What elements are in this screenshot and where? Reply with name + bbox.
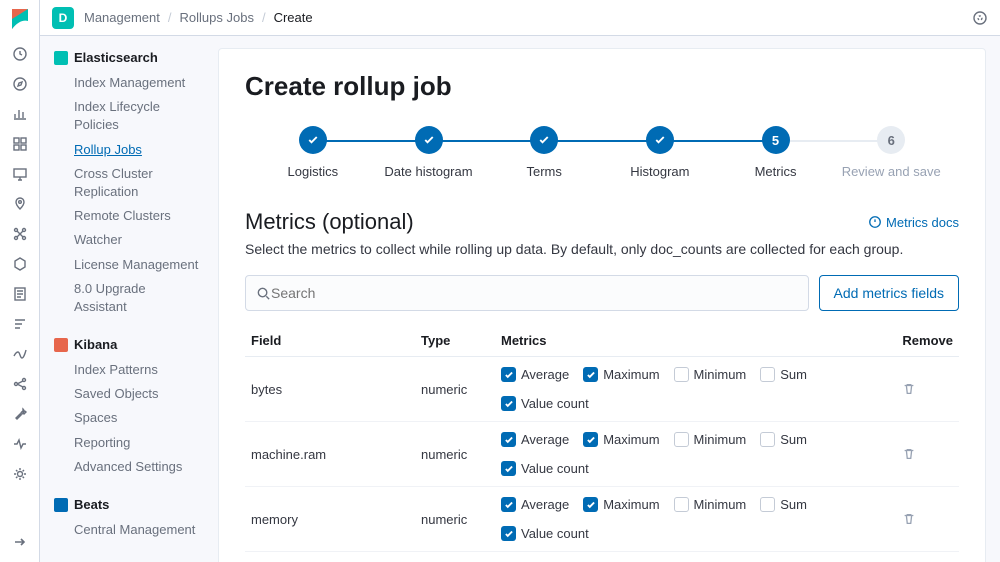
sidebar-item[interactable]: Saved Objects bbox=[54, 382, 200, 406]
table-row: bytesnumeric Average Maximum Minimum Sum Valu… bbox=[245, 357, 959, 422]
nav-heading: Beats bbox=[54, 497, 200, 512]
uptime-icon[interactable] bbox=[12, 346, 28, 362]
nav-heading: Kibana bbox=[54, 337, 200, 352]
breadcrumb: Management / Rollups Jobs / Create bbox=[84, 10, 313, 25]
search-icon bbox=[256, 286, 271, 301]
metric-checkbox-min[interactable]: Minimum bbox=[674, 497, 747, 512]
field-cell: memory bbox=[245, 487, 415, 552]
maps-icon[interactable] bbox=[12, 196, 28, 212]
management-icon[interactable] bbox=[12, 466, 28, 482]
remove-row-button[interactable] bbox=[902, 447, 953, 461]
sidebar-item[interactable]: Index Patterns bbox=[54, 358, 200, 382]
ml-icon[interactable] bbox=[12, 226, 28, 242]
col-field[interactable]: Field bbox=[245, 325, 415, 357]
sidebar-item[interactable]: License Management bbox=[54, 253, 200, 277]
metric-checkbox-vc[interactable]: Value count bbox=[501, 461, 589, 476]
step[interactable]: Date histogram bbox=[371, 126, 487, 179]
col-metrics: Metrics bbox=[495, 325, 896, 357]
metric-checkbox-avg[interactable]: Average bbox=[501, 432, 569, 447]
section-icon bbox=[54, 498, 68, 512]
metrics-docs-link[interactable]: Metrics docs bbox=[868, 215, 959, 230]
remove-row-button[interactable] bbox=[902, 382, 953, 396]
remove-row-button[interactable] bbox=[902, 512, 953, 526]
add-metrics-fields-button[interactable]: Add metrics fields bbox=[819, 275, 959, 311]
nav-rail bbox=[0, 0, 40, 562]
metric-checkbox-min[interactable]: Minimum bbox=[674, 432, 747, 447]
topbar: D Management / Rollups Jobs / Create bbox=[40, 0, 1000, 36]
breadcrumb-item[interactable]: Rollups Jobs bbox=[180, 10, 254, 25]
nav-heading: Elasticsearch bbox=[54, 50, 200, 65]
sidebar-item[interactable]: Index Management bbox=[54, 71, 200, 95]
sidebar-item[interactable]: Remote Clusters bbox=[54, 204, 200, 228]
metric-checkbox-vc[interactable]: Value count bbox=[501, 526, 589, 541]
infra-icon[interactable] bbox=[12, 256, 28, 272]
compass-icon[interactable] bbox=[12, 76, 28, 92]
step[interactable]: 6Review and save bbox=[833, 126, 949, 179]
sidebar-item[interactable]: Index Lifecycle Policies bbox=[54, 95, 200, 137]
main-panel: Create rollup job LogisticsDate histogra… bbox=[218, 48, 986, 562]
step[interactable]: 5Metrics bbox=[718, 126, 834, 179]
apm-icon[interactable] bbox=[12, 316, 28, 332]
field-cell: machine.ram bbox=[245, 422, 415, 487]
metric-checkbox-sum[interactable]: Sum bbox=[760, 497, 807, 512]
breadcrumb-current: Create bbox=[274, 10, 313, 25]
stepper: LogisticsDate histogramTermsHistogram5Me… bbox=[255, 126, 949, 179]
metric-checkbox-max[interactable]: Maximum bbox=[583, 497, 659, 512]
canvas-icon[interactable] bbox=[12, 166, 28, 182]
type-cell: numeric bbox=[415, 422, 495, 487]
visualize-icon[interactable] bbox=[12, 106, 28, 122]
recent-icon[interactable] bbox=[12, 46, 28, 62]
help-icon[interactable] bbox=[972, 10, 988, 26]
sidebar-item[interactable]: Cross Cluster Replication bbox=[54, 162, 200, 204]
section-desc: Select the metrics to collect while roll… bbox=[245, 241, 959, 257]
sidebar-item[interactable]: Reporting bbox=[54, 431, 200, 455]
section-title: Metrics (optional) bbox=[245, 209, 414, 235]
devtools-icon[interactable] bbox=[12, 406, 28, 422]
metric-checkbox-max[interactable]: Maximum bbox=[583, 367, 659, 382]
sidebar-item[interactable]: Advanced Settings bbox=[54, 455, 200, 479]
metric-checkbox-sum[interactable]: Sum bbox=[760, 367, 807, 382]
metric-checkbox-avg[interactable]: Average bbox=[501, 497, 569, 512]
sidebar-item[interactable]: Rollup Jobs bbox=[54, 138, 200, 162]
sidebar-item[interactable]: Watcher bbox=[54, 228, 200, 252]
metric-checkbox-min[interactable]: Minimum bbox=[674, 367, 747, 382]
logs-icon[interactable] bbox=[12, 286, 28, 302]
kibana-logo[interactable] bbox=[8, 8, 32, 32]
monitoring-icon[interactable] bbox=[12, 436, 28, 452]
metric-checkbox-vc[interactable]: Value count bbox=[501, 396, 589, 411]
field-cell: bytes bbox=[245, 357, 415, 422]
step[interactable]: Logistics bbox=[255, 126, 371, 179]
space-badge[interactable]: D bbox=[52, 7, 74, 29]
section-icon bbox=[54, 51, 68, 65]
metric-checkbox-avg[interactable]: Average bbox=[501, 367, 569, 382]
metric-checkbox-max[interactable]: Maximum bbox=[583, 432, 659, 447]
page-title: Create rollup job bbox=[245, 71, 959, 102]
section-icon bbox=[54, 338, 68, 352]
metric-checkbox-sum[interactable]: Sum bbox=[760, 432, 807, 447]
type-cell: numeric bbox=[415, 357, 495, 422]
sidebar: Elasticsearch Index ManagementIndex Lifec… bbox=[40, 36, 210, 562]
step[interactable]: Histogram bbox=[602, 126, 718, 179]
step[interactable]: Terms bbox=[486, 126, 602, 179]
col-remove: Remove bbox=[896, 325, 959, 357]
search-input[interactable] bbox=[245, 275, 809, 311]
type-cell: numeric bbox=[415, 487, 495, 552]
breadcrumb-item[interactable]: Management bbox=[84, 10, 160, 25]
sidebar-item[interactable]: 8.0 Upgrade Assistant bbox=[54, 277, 200, 319]
sidebar-item[interactable]: Central Management bbox=[54, 518, 200, 542]
collapse-icon[interactable] bbox=[12, 534, 28, 550]
col-type[interactable]: Type bbox=[415, 325, 495, 357]
graph-icon[interactable] bbox=[12, 376, 28, 392]
table-row: memorynumeric Average Maximum Minimum Sum Val… bbox=[245, 487, 959, 552]
sidebar-item[interactable]: Spaces bbox=[54, 406, 200, 430]
table-row: machine.ramnumeric Average Maximum Minimum S… bbox=[245, 422, 959, 487]
dashboard-icon[interactable] bbox=[12, 136, 28, 152]
metrics-table: Field Type Metrics Remove bytesnumeric Av… bbox=[245, 325, 959, 552]
